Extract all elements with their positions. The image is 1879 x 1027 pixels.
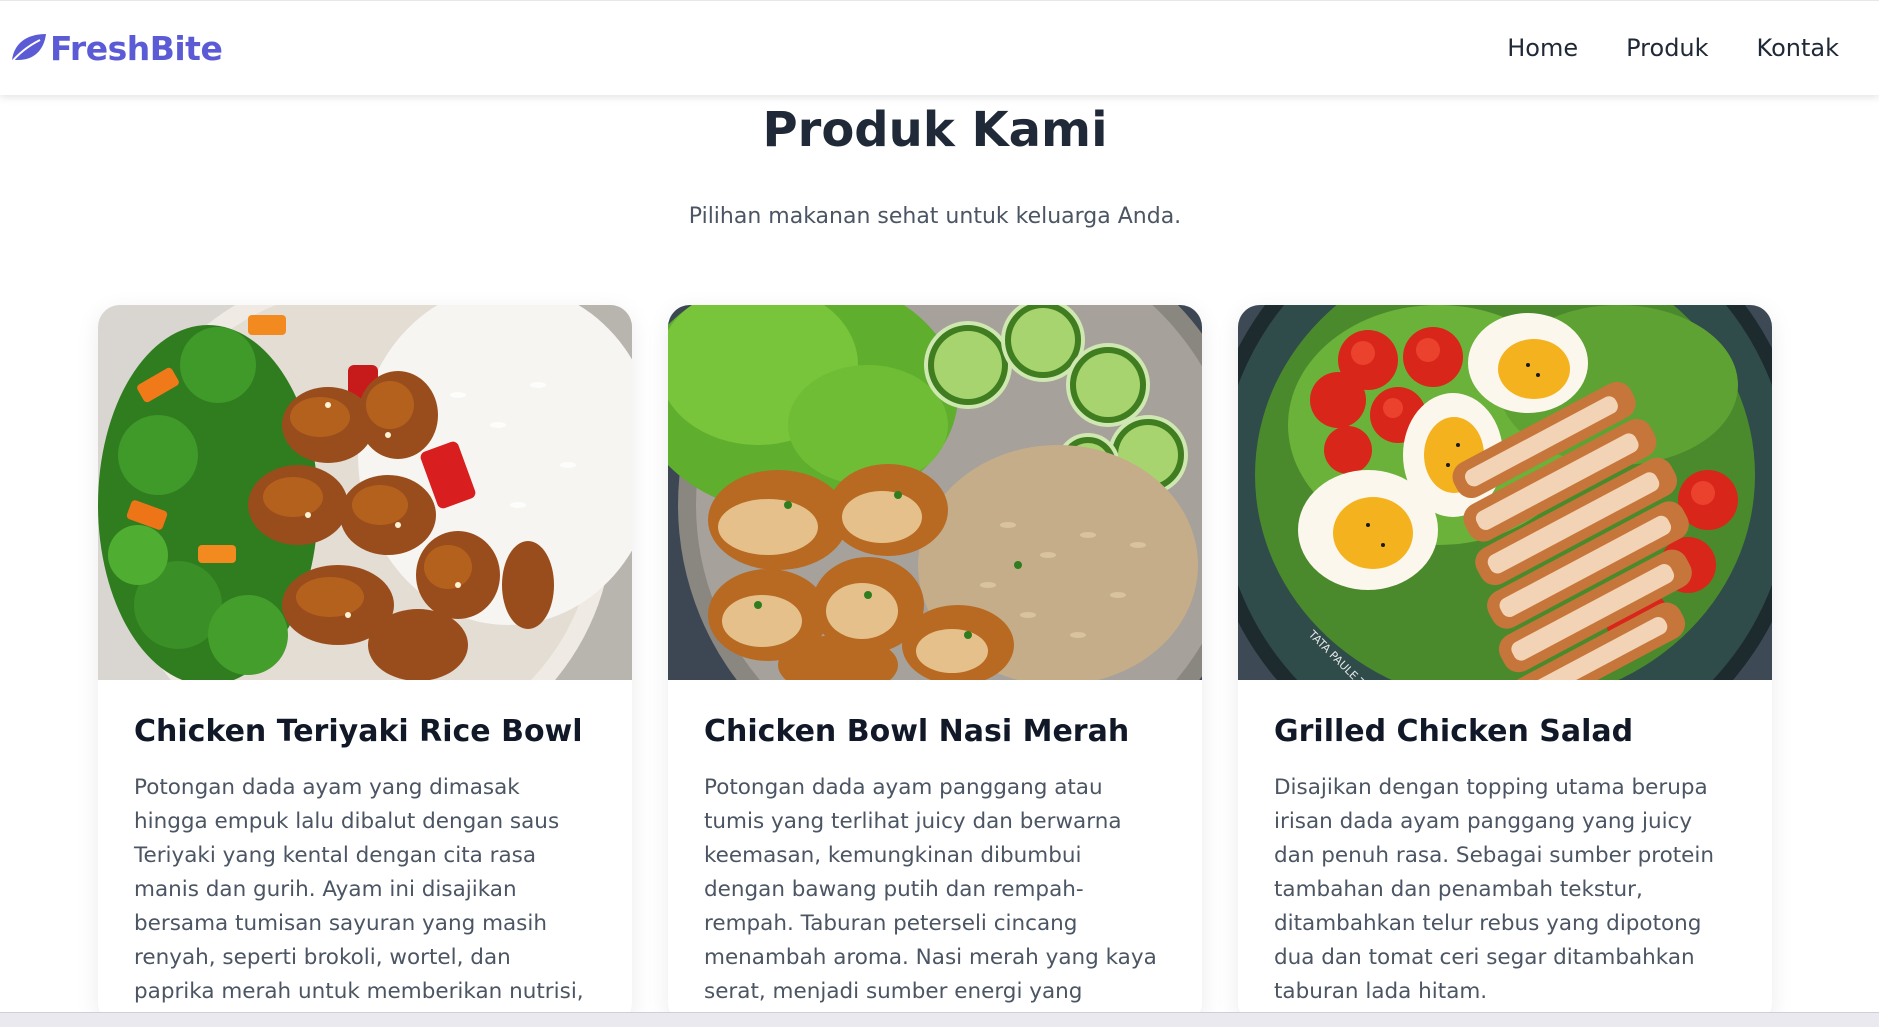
product-image-grilled-chicken-salad: TATA PAULE T [1238,305,1772,680]
product-card[interactable]: Chicken Teriyaki Rice Bowl Potongan dada… [98,305,632,1025]
browser-bottom-bar [0,1012,1879,1027]
product-title: Chicken Teriyaki Rice Bowl [134,714,583,749]
product-image-nasi-merah-bowl [668,305,1202,680]
nav-links: Home Produk Kontak [1507,34,1839,62]
navbar: FreshBite Home Produk Kontak [0,0,1879,95]
brand-name: FreshBite [50,28,223,68]
product-title: Grilled Chicken Salad [1274,714,1634,749]
product-image-teriyaki-bowl [98,305,632,680]
product-grid: Chicken Teriyaki Rice Bowl Potongan dada… [98,305,1772,1025]
page-title: Produk Kami [762,102,1108,158]
product-card[interactable]: Chicken Bowl Nasi Merah Potongan dada ay… [668,305,1202,1025]
leaf-icon [9,34,46,65]
nav-link-kontak[interactable]: Kontak [1757,34,1839,62]
brand-logo[interactable]: FreshBite [8,28,223,68]
product-description: Potongan dada ayam panggang atau tumis y… [704,775,1157,1025]
nav-link-home[interactable]: Home [1507,34,1578,62]
page-subtitle: Pilihan makanan sehat untuk keluarga And… [688,204,1182,229]
product-description: Disajikan dengan topping utama berupa ir… [1274,775,1715,1004]
nav-link-produk[interactable]: Produk [1626,34,1708,62]
product-description: Potongan dada ayam yang dimasak hingga e… [134,775,584,1025]
product-title: Chicken Bowl Nasi Merah [704,714,1130,749]
product-card[interactable]: TATA PAULE T Grilled Chicken Salad Disaj… [1238,305,1772,1025]
